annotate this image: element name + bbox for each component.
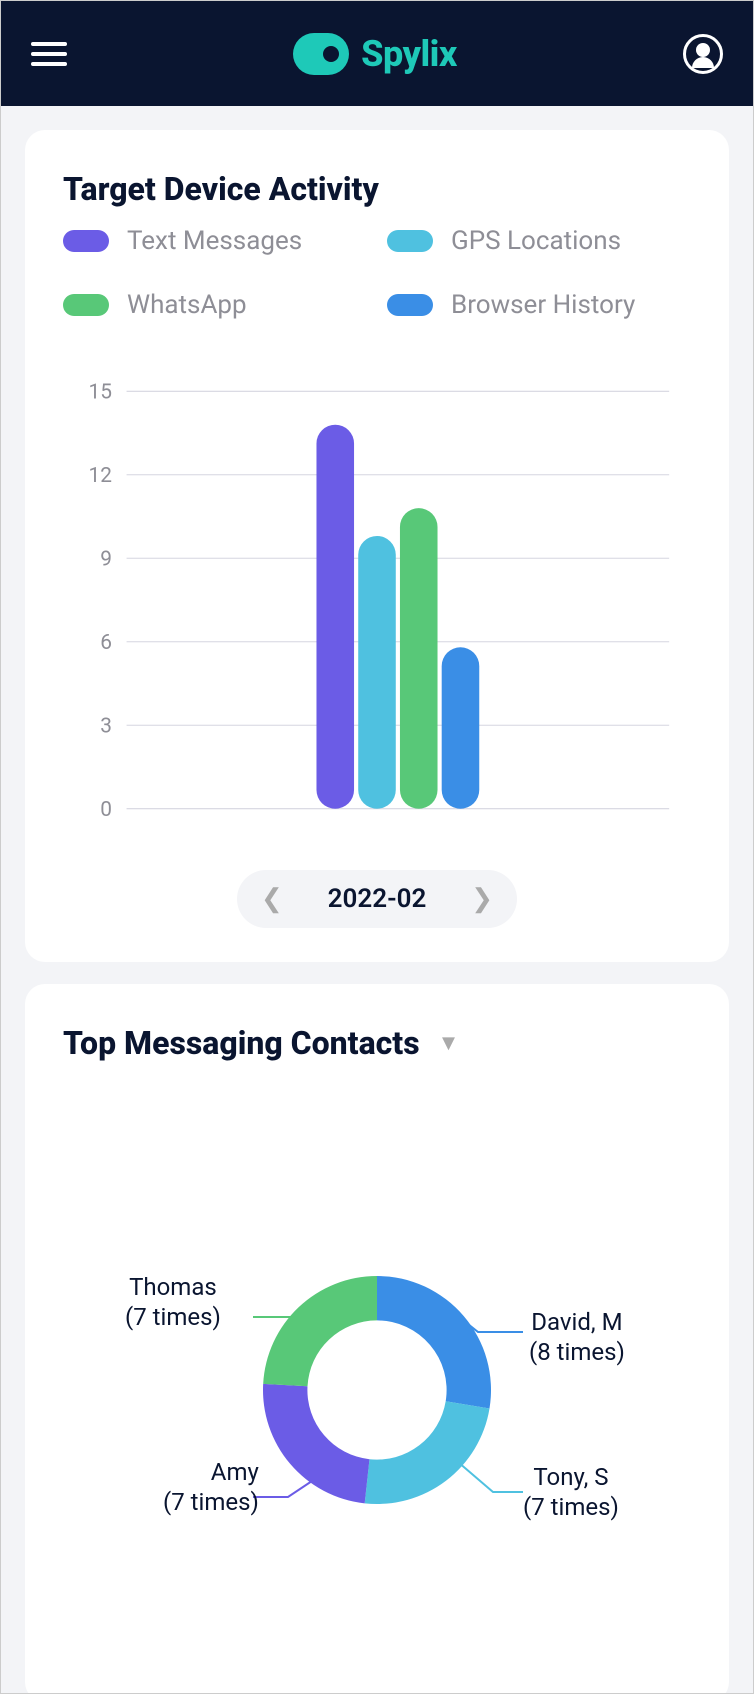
activity-bar-chart: 0 3 6 9 12 15 (63, 360, 691, 840)
user-icon[interactable] (683, 34, 723, 74)
activity-title: Target Device Activity (63, 170, 691, 208)
legend-label: WhatsApp (127, 290, 247, 320)
date-selector: ❮ 2022-02 ❯ (237, 870, 517, 928)
svg-text:15: 15 (89, 381, 112, 405)
legend-text-messages[interactable]: Text Messages (63, 226, 367, 256)
pill-icon (387, 230, 433, 252)
chevron-left-icon[interactable]: ❮ (261, 884, 283, 914)
legend-browser-history[interactable]: Browser History (387, 290, 691, 320)
legend-label: Text Messages (127, 226, 302, 256)
menu-icon[interactable] (31, 36, 67, 72)
donut-ring (257, 1270, 497, 1514)
chevron-right-icon[interactable]: ❯ (471, 884, 493, 914)
chevron-down-icon[interactable]: ▼ (438, 1030, 460, 1056)
svg-text:6: 6 (100, 631, 112, 655)
contact-label-thomas: Thomas (7 times) (125, 1272, 221, 1332)
logo-mark-icon (293, 33, 349, 75)
app-header: Spylix (1, 1, 753, 106)
brand-name: Spylix (361, 33, 457, 75)
contacts-title: Top Messaging Contacts (63, 1024, 420, 1062)
activity-card: Target Device Activity Text Messages GPS… (25, 130, 729, 962)
activity-legend: Text Messages GPS Locations WhatsApp Bro… (63, 226, 691, 320)
svg-text:0: 0 (100, 798, 112, 822)
contact-label-tony: Tony, S (7 times) (523, 1462, 619, 1522)
svg-text:3: 3 (100, 715, 112, 739)
contacts-card: Top Messaging Contacts ▼ Thomas (7 times… (25, 984, 729, 1693)
contact-label-amy: Amy (7 times) (163, 1457, 259, 1517)
date-label: 2022-02 (328, 884, 427, 914)
svg-text:9: 9 (100, 548, 112, 572)
contacts-donut-chart: Thomas (7 times) David, M (8 times) Tony… (63, 1142, 691, 1642)
legend-whatsapp[interactable]: WhatsApp (63, 290, 367, 320)
contact-label-david: David, M (8 times) (529, 1307, 625, 1367)
content-area: Target Device Activity Text Messages GPS… (1, 106, 753, 1693)
legend-label: GPS Locations (451, 226, 621, 256)
pill-icon (63, 230, 109, 252)
svg-text:12: 12 (89, 464, 112, 488)
legend-gps-locations[interactable]: GPS Locations (387, 226, 691, 256)
legend-label: Browser History (451, 290, 635, 320)
pill-icon (387, 294, 433, 316)
brand-logo[interactable]: Spylix (293, 33, 457, 75)
pill-icon (63, 294, 109, 316)
